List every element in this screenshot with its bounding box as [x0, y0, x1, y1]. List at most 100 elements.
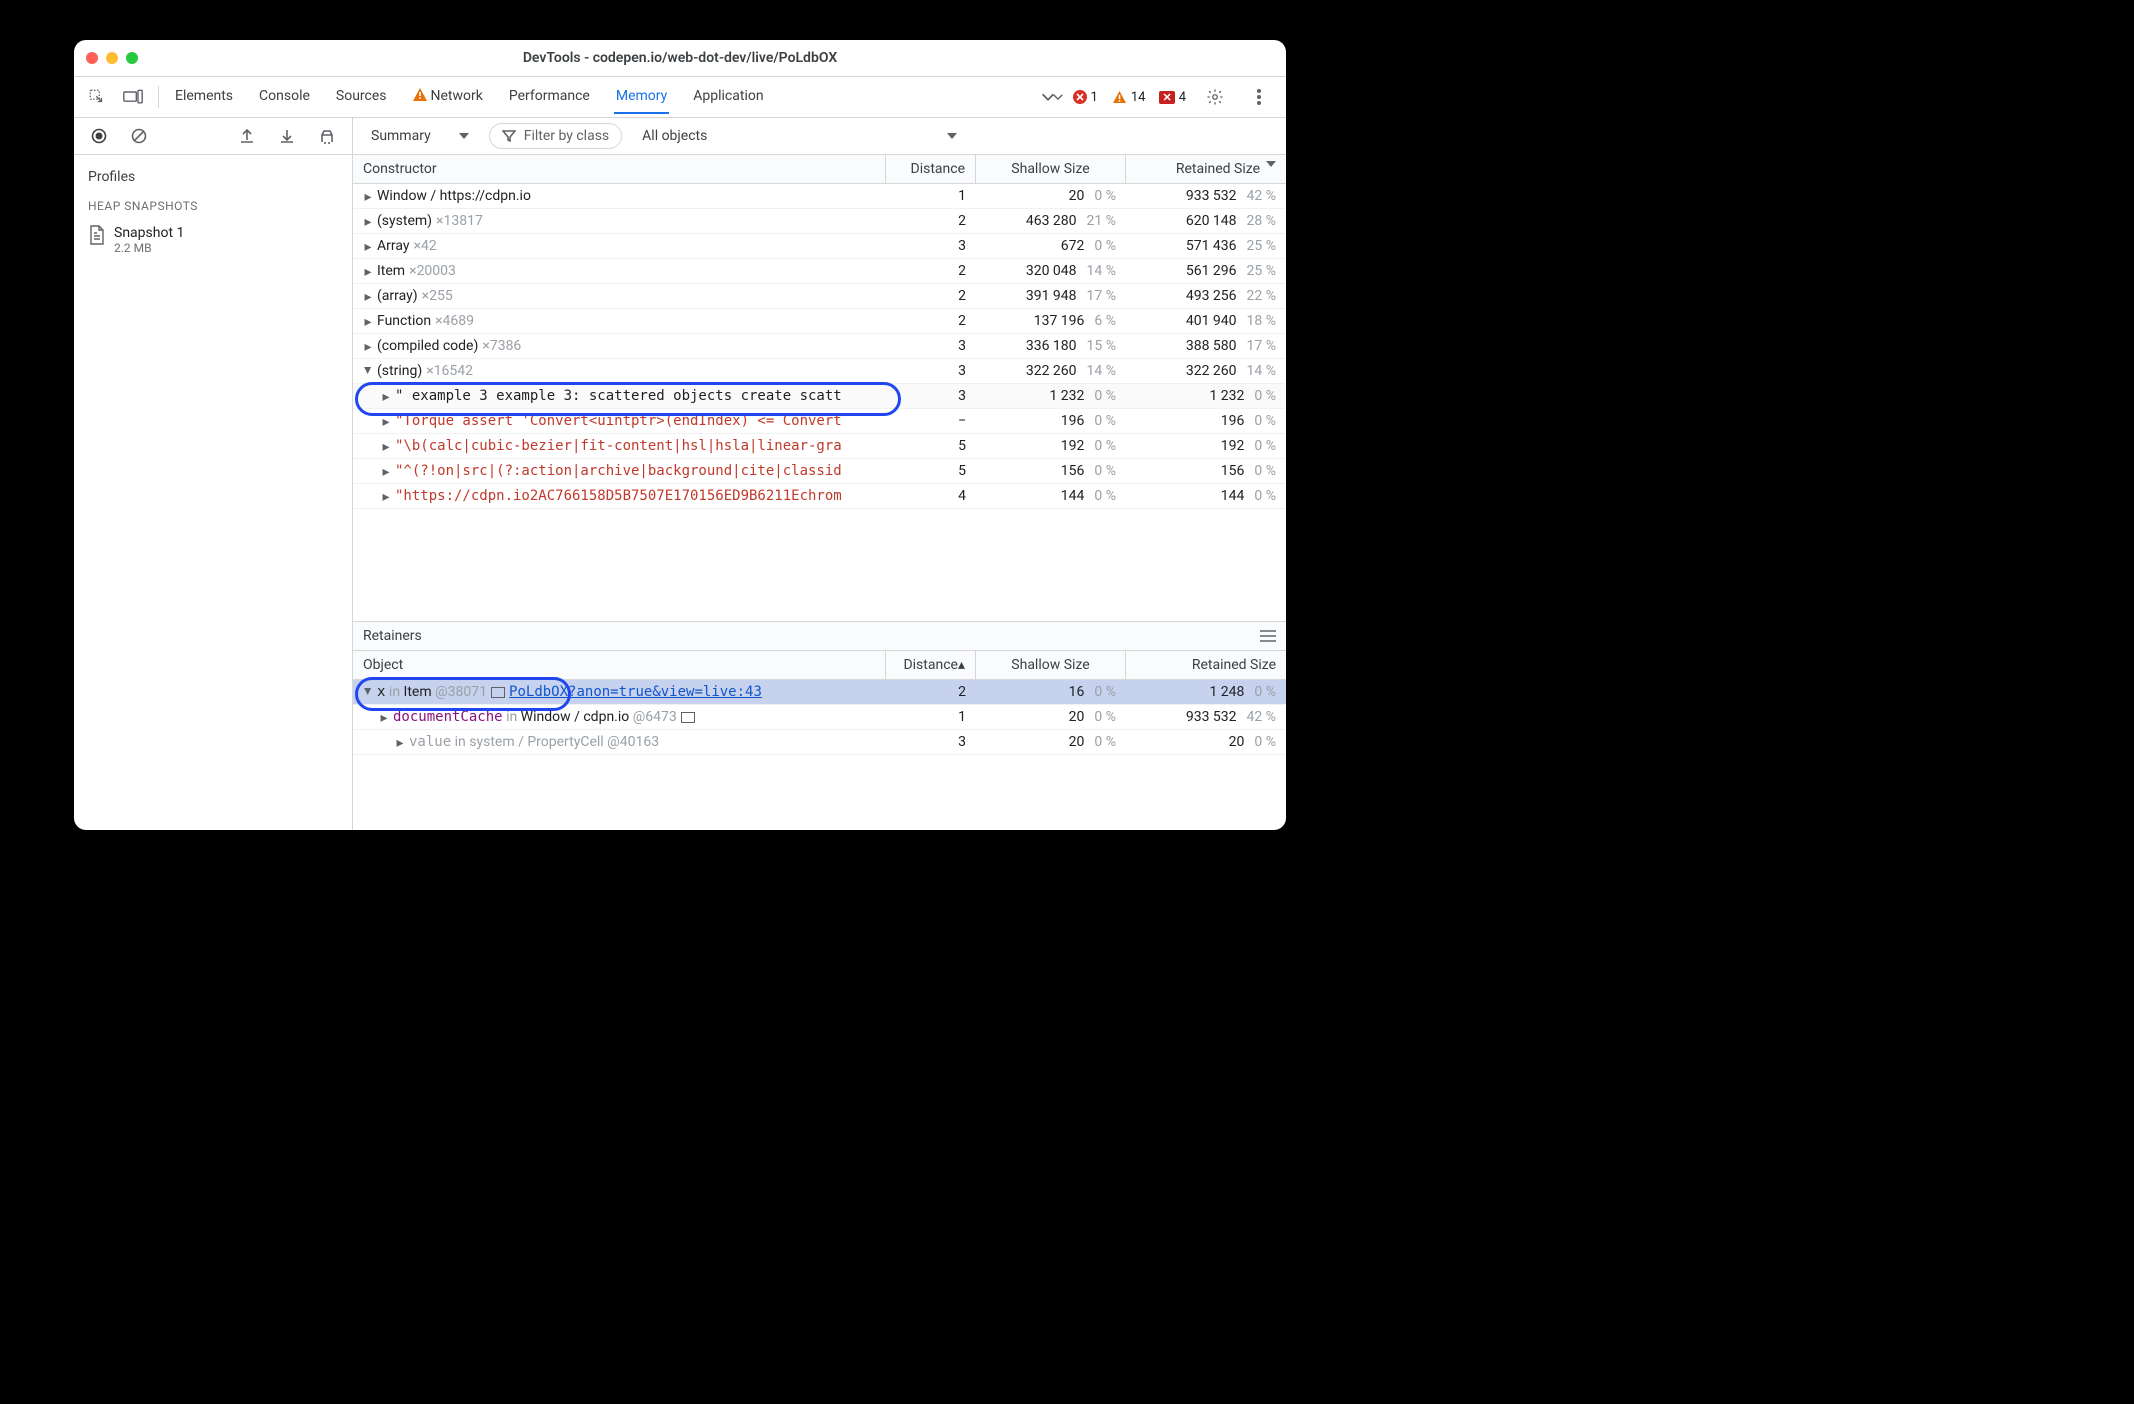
disclosure-icon[interactable]: ▸ [363, 289, 373, 305]
table-row[interactable]: ▸" example 3 example 3: scattered object… [353, 384, 1286, 409]
content: Summary Filter by class All objects Cons… [353, 118, 1286, 830]
disclosure-icon[interactable]: ▸ [381, 439, 391, 455]
disclosure-icon[interactable]: ▸ [379, 710, 389, 726]
profiles-toolbar [74, 118, 352, 155]
gear-icon[interactable] [1200, 82, 1230, 112]
disclosure-icon[interactable]: ▸ [381, 414, 391, 430]
table-header: Constructor Distance Shallow Size Retain… [353, 155, 1286, 184]
disclosure-icon[interactable]: ▸ [363, 339, 373, 355]
toolbar-top: Elements Console Sources Network Performance… [74, 77, 1286, 118]
file-icon [88, 225, 106, 245]
table-row[interactable]: ▸"https://cdpn.io2AC766158D5B7507E170156… [353, 484, 1286, 509]
disclosure-icon[interactable]: ▸ [360, 366, 376, 376]
section-heap: HEAP SNAPSHOTS [88, 199, 338, 213]
status-right: 1 14 ✕4 [1073, 82, 1274, 112]
element-icon [681, 712, 695, 723]
errors-badge[interactable]: 1 [1073, 90, 1098, 105]
window-title: DevTools - codepen.io/web-dot-dev/live/P… [74, 50, 1286, 66]
col-constructor[interactable]: Constructor [353, 155, 886, 183]
constructor-table: ▸Window / https://cdpn.io1200 %933 53242… [353, 184, 1286, 621]
clear-icon[interactable] [124, 121, 154, 151]
table-row[interactable]: ▸"\b(calc|cubic-bezier|fit-content|hsl|h… [353, 434, 1286, 459]
disclosure-icon[interactable]: ▸ [395, 735, 405, 751]
col-retained[interactable]: Retained Size [1126, 155, 1286, 183]
constructor-name: " example 3 example 3: scattered objects… [395, 388, 842, 404]
view-select[interactable]: Summary [361, 124, 479, 148]
constructor-name: "^(?!on|src|(?:action|archive|background… [395, 463, 842, 479]
tab-sources[interactable]: Sources [334, 80, 389, 114]
constructor-name: "Torque assert 'Convert<uintptr>(endInde… [395, 413, 842, 429]
tab-network[interactable]: Network [411, 80, 485, 114]
tab-application[interactable]: Application [691, 80, 765, 114]
retainer-row[interactable]: ▸documentCache in Window / cdpn.io @6473… [353, 705, 1286, 730]
disclosure-icon[interactable]: ▸ [363, 314, 373, 330]
inspect-icon[interactable] [82, 82, 112, 112]
source-link[interactable]: PoLdbOX?anon=true&view=live:43 [509, 684, 762, 700]
col-shallow[interactable]: Shallow Size [976, 155, 1126, 183]
r-col-shallow[interactable]: Shallow Size [976, 651, 1126, 679]
element-icon [491, 687, 505, 698]
disclosure-icon[interactable]: ▸ [363, 214, 373, 230]
constructor-name: Window / https://cdpn.io [377, 188, 531, 204]
load-icon[interactable] [232, 121, 262, 151]
disclosure-icon[interactable]: ▸ [381, 464, 391, 480]
constructor-name: Function [377, 313, 431, 329]
r-col-distance[interactable]: Distance▴ [886, 651, 976, 679]
table-row[interactable]: ▸(array) ×2552391 94817 %493 25622 % [353, 284, 1286, 309]
table-row[interactable]: ▸Window / https://cdpn.io1200 %933 53242… [353, 184, 1286, 209]
profiles-sidebar: Profiles HEAP SNAPSHOTS Snapshot 1 2.2 M… [74, 118, 353, 830]
info-badge[interactable]: ✕4 [1159, 90, 1186, 105]
snapshot-item[interactable]: Snapshot 1 2.2 MB [88, 221, 338, 259]
r-col-object[interactable]: Object [353, 651, 886, 679]
constructor-name: "\b(calc|cubic-bezier|fit-content|hsl|hs… [395, 438, 842, 454]
table-row[interactable]: ▸(compiled code) ×73863336 18015 %388 58… [353, 334, 1286, 359]
more-tabs-icon[interactable] [1037, 82, 1067, 112]
retainer-row[interactable]: ▸x in Item @38071 PoLdbOX?anon=true&view… [353, 680, 1286, 705]
table-row[interactable]: ▸Item ×200032320 04814 %561 29625 % [353, 259, 1286, 284]
disclosure-icon[interactable]: ▸ [360, 687, 376, 697]
retainers-table: ▸x in Item @38071 PoLdbOX?anon=true&view… [353, 680, 1286, 830]
retainer-row[interactable]: ▸value in system / PropertyCell @4016332… [353, 730, 1286, 755]
snapshot-size: 2.2 MB [114, 241, 184, 255]
profiles-label: Profiles [88, 169, 338, 185]
tab-performance[interactable]: Performance [507, 80, 592, 114]
table-row[interactable]: ▸(system) ×138172463 28021 %620 14828 % [353, 209, 1286, 234]
constructor-name: Array [377, 238, 409, 254]
view-toolbar: Summary Filter by class All objects [353, 118, 1286, 155]
gc-icon[interactable] [312, 121, 342, 151]
retainers-header: Object Distance▴ Shallow Size Retained S… [353, 651, 1286, 680]
kebab-icon[interactable] [1244, 82, 1274, 112]
disclosure-icon[interactable]: ▸ [381, 389, 391, 405]
panel-tabs: Elements Console Sources Network Performance… [173, 80, 1031, 114]
table-row[interactable]: ▸"^(?!on|src|(?:action|archive|backgroun… [353, 459, 1286, 484]
constructor-name: "https://cdpn.io2AC766158D5B7507E170156E… [395, 488, 842, 504]
snapshot-name: Snapshot 1 [114, 225, 184, 241]
tab-elements[interactable]: Elements [173, 80, 235, 114]
scope-select[interactable]: All objects [632, 124, 967, 148]
save-icon[interactable] [272, 121, 302, 151]
constructor-name: Item [377, 263, 405, 279]
titlebar: DevTools - codepen.io/web-dot-dev/live/P… [74, 40, 1286, 77]
constructor-name: (string) [377, 363, 422, 379]
main-area: Profiles HEAP SNAPSHOTS Snapshot 1 2.2 M… [74, 118, 1286, 830]
r-col-retained[interactable]: Retained Size [1126, 651, 1286, 679]
filter-input[interactable]: Filter by class [489, 123, 622, 149]
warnings-badge[interactable]: 14 [1112, 90, 1146, 105]
disclosure-icon[interactable]: ▸ [363, 264, 373, 280]
filter-icon [502, 130, 516, 142]
table-row[interactable]: ▸Array ×4236720 %571 43625 % [353, 234, 1286, 259]
tab-memory[interactable]: Memory [614, 80, 669, 114]
disclosure-icon[interactable]: ▸ [363, 239, 373, 255]
constructor-name: (array) [377, 288, 418, 304]
col-distance[interactable]: Distance [886, 155, 976, 183]
table-row[interactable]: ▸Function ×46892137 1966 %401 94018 % [353, 309, 1286, 334]
device-icon[interactable] [118, 82, 148, 112]
tab-console[interactable]: Console [257, 80, 312, 114]
disclosure-icon[interactable]: ▸ [381, 489, 391, 505]
table-row[interactable]: ▸(string) ×165423322 26014 %322 26014 % [353, 359, 1286, 384]
menu-icon[interactable] [1260, 630, 1276, 642]
record-icon[interactable] [84, 121, 114, 151]
retainers-bar[interactable]: Retainers [353, 621, 1286, 651]
disclosure-icon[interactable]: ▸ [363, 189, 373, 205]
table-row[interactable]: ▸"Torque assert 'Convert<uintptr>(endInd… [353, 409, 1286, 434]
